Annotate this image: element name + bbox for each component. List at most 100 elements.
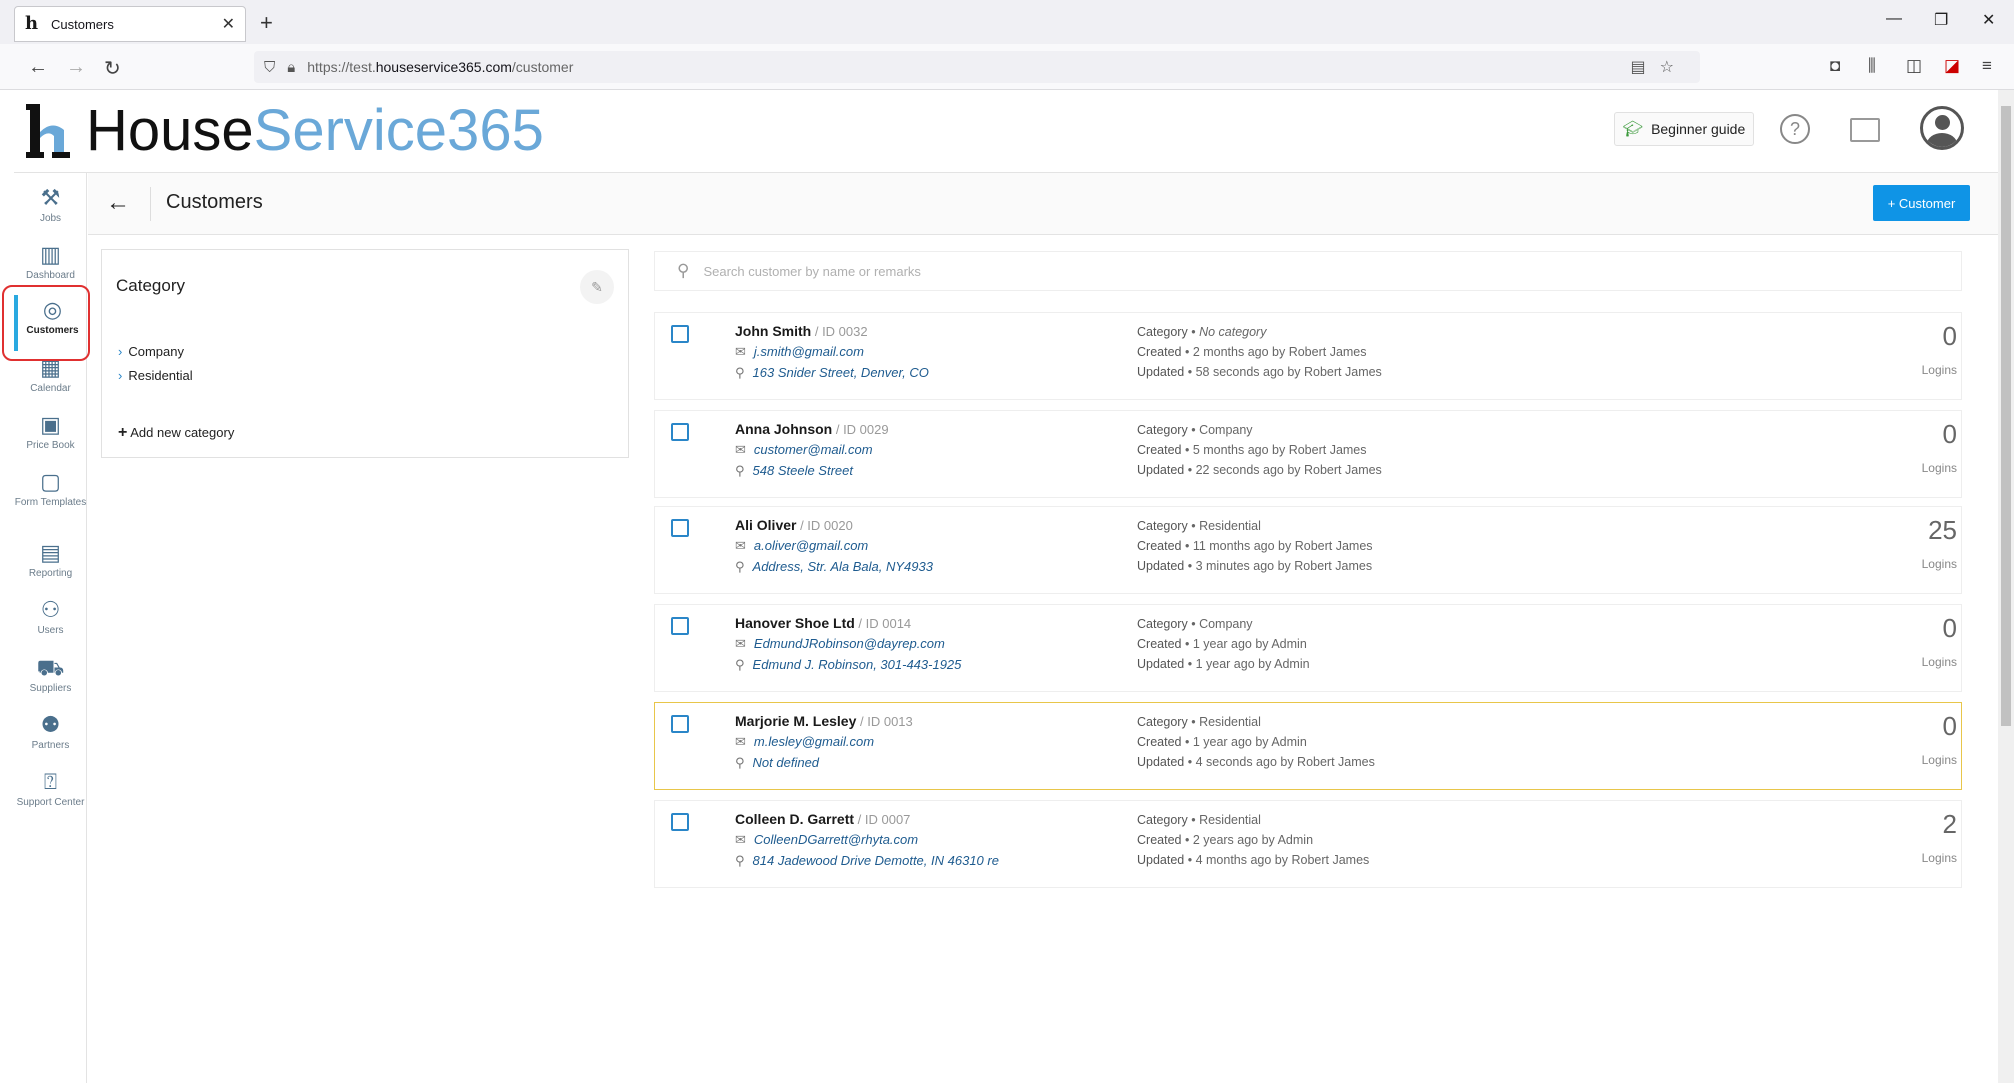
meta-dot: •	[1187, 715, 1200, 729]
meta-key: Created	[1137, 735, 1182, 749]
meta-value: Residential	[1199, 715, 1261, 729]
sidebar-toggle-icon[interactable]: ◫	[1906, 56, 1922, 76]
price-tag-icon: ▣	[40, 412, 61, 437]
sidebar-item-partners[interactable]: ⚉ Partners	[14, 710, 87, 766]
customer-email[interactable]: ✉ a.oliver@gmail.com	[735, 538, 868, 554]
logins-count: 0	[1942, 321, 1957, 351]
customer-name[interactable]: Colleen D. Garrett / ID 0007	[735, 811, 910, 827]
meta-dot: •	[1187, 423, 1200, 437]
row-checkbox[interactable]	[671, 423, 689, 441]
restore-icon[interactable]: ❐	[1934, 10, 1948, 30]
sidebar-item-support-center[interactable]: ⍰ Support Center	[14, 767, 87, 829]
logins-count: 25	[1928, 515, 1957, 545]
folder-icon[interactable]	[1850, 118, 1880, 142]
meta-dot: •	[1187, 519, 1200, 533]
customer-name-text: Anna Johnson	[735, 421, 833, 437]
back-icon[interactable]: ←	[28, 56, 48, 79]
logo[interactable]: HouseService365	[26, 100, 544, 162]
support-icon: ⍰	[43, 769, 58, 794]
customer-row[interactable]: Colleen D. Garrett / ID 0007 ✉ ColleenDGa…	[654, 800, 1962, 888]
sidebar-item-label: Reporting	[28, 568, 73, 579]
meta-value: No category	[1199, 325, 1267, 339]
customer-email[interactable]: ✉ m.lesley@gmail.com	[735, 734, 874, 750]
reload-icon[interactable]: ↻	[104, 56, 121, 81]
customer-row[interactable]: John Smith / ID 0032 ✉ j.smith@gmail.com …	[654, 312, 1962, 400]
location-pin-icon: ⚲	[735, 365, 745, 380]
reader-bookmark-icons[interactable]: ▤☆	[1631, 57, 1688, 77]
add-customer-button[interactable]: + Customer	[1873, 185, 1970, 221]
row-checkbox[interactable]	[671, 325, 689, 343]
logo-h-icon	[26, 102, 78, 160]
customer-row[interactable]: Hanover Shoe Ltd / ID 0014 ✉ EdmundJRobin…	[654, 604, 1962, 692]
logins-count: 2	[1942, 809, 1957, 839]
meta-value: 5 months ago by Robert James	[1192, 443, 1367, 457]
customer-email[interactable]: ✉ j.smith@gmail.com	[735, 344, 864, 360]
new-tab-icon[interactable]: +	[260, 10, 273, 36]
customer-row[interactable]: Anna Johnson / ID 0029 ✉ customer@mail.co…	[654, 410, 1962, 498]
avatar[interactable]	[1920, 106, 1964, 150]
location-pin-icon: ⚲	[735, 559, 745, 574]
logins-count: 0	[1942, 419, 1957, 449]
browser-tab[interactable]: h Customers ✕	[14, 6, 246, 42]
customer-updated: Updated • 3 minutes ago by Robert James	[1137, 559, 1372, 573]
search-input[interactable]	[703, 263, 1604, 279]
close-window-icon[interactable]: ✕	[1982, 10, 1995, 30]
customer-category: Category • Residential	[1137, 813, 1261, 827]
sidebar-item-users[interactable]: ⚇ Users	[14, 595, 87, 651]
logins-count: 0	[1942, 613, 1957, 643]
meta-key: Created	[1137, 539, 1182, 553]
row-checkbox[interactable]	[671, 715, 689, 733]
customer-email[interactable]: ✉ customer@mail.com	[735, 442, 873, 458]
customer-name[interactable]: Ali Oliver / ID 0020	[735, 517, 853, 533]
sidebar-item-price-book[interactable]: ▣ Price Book	[14, 410, 87, 466]
customer-name-text: Colleen D. Garrett	[735, 811, 855, 827]
scrollbar[interactable]	[1998, 90, 2014, 1083]
customer-email-text: m.lesley@gmail.com	[753, 734, 875, 749]
row-checkbox[interactable]	[671, 617, 689, 635]
tools-icon: ⚒	[40, 185, 61, 210]
plus-icon: +	[118, 424, 128, 441]
customer-email[interactable]: ✉ EdmundJRobinson@dayrep.com	[735, 636, 945, 652]
scrollbar-thumb[interactable]	[2001, 106, 2011, 726]
meta-value: 4 seconds ago by Robert James	[1195, 755, 1375, 769]
minimize-icon[interactable]: —	[1886, 10, 1902, 28]
form-icon: ▢	[40, 469, 61, 494]
extension-icon[interactable]: ◪	[1944, 56, 1960, 76]
sidebar-item-jobs[interactable]: ⚒ Jobs	[14, 183, 87, 239]
customer-row[interactable]: Ali Oliver / ID 0020 ✉ a.oliver@gmail.com…	[654, 506, 1962, 594]
customer-name[interactable]: Anna Johnson / ID 0029	[735, 421, 889, 437]
pocket-icon[interactable]: ◘	[1830, 56, 1840, 76]
sidebar-item-reporting[interactable]: ▤ Reporting	[14, 538, 87, 594]
page-header: ← Customers + Customer	[88, 173, 1998, 235]
sidebar-item-suppliers[interactable]: ⛟ Suppliers	[14, 653, 87, 709]
category-item-residential[interactable]: › Residential	[118, 368, 193, 383]
customer-name[interactable]: Hanover Shoe Ltd / ID 0014	[735, 615, 911, 631]
category-item-company[interactable]: › Company	[118, 344, 184, 359]
sidebar-item-label: Dashboard	[26, 270, 75, 281]
row-checkbox[interactable]	[671, 813, 689, 831]
forward-icon[interactable]: →	[66, 56, 86, 79]
sidebar-item-calendar[interactable]: ▦ Calendar	[14, 353, 87, 409]
add-category-button[interactable]: + Add new category	[118, 424, 234, 442]
library-icon[interactable]: ⫼	[1868, 56, 1876, 76]
customer-created: Created • 11 months ago by Robert James	[1137, 539, 1373, 553]
menu-icon[interactable]: ≡	[1982, 56, 1992, 76]
row-checkbox[interactable]	[671, 519, 689, 537]
meta-value: 1 year ago by Admin	[1192, 735, 1307, 749]
help-icon[interactable]: ?	[1780, 114, 1810, 144]
sidebar-item-form-templates[interactable]: ▢ Form Templates	[14, 467, 87, 529]
meta-key: Created	[1137, 833, 1182, 847]
url-bar[interactable]: ⛉ 🔒︎ https://test.houseservice365.com/cu…	[254, 51, 1700, 83]
back-arrow-icon[interactable]: ←	[106, 189, 130, 217]
beginner-guide-label: Beginner guide	[1651, 121, 1746, 137]
customer-email[interactable]: ✉ ColleenDGarrett@rhyta.com	[735, 832, 918, 848]
customer-row[interactable]: Marjorie M. Lesley / ID 0013 ✉ m.lesley@g…	[654, 702, 1962, 790]
close-tab-icon[interactable]: ✕	[222, 14, 235, 34]
logins-label: Logins	[1921, 655, 1957, 669]
customer-name[interactable]: John Smith / ID 0032	[735, 323, 868, 339]
shield-icon: ⛉	[264, 58, 276, 76]
meta-key: Updated	[1137, 463, 1185, 477]
edit-pencil-icon[interactable]: ✎	[580, 270, 614, 304]
customer-name[interactable]: Marjorie M. Lesley / ID 0013	[735, 713, 913, 729]
beginner-guide-button[interactable]: 🎓︎ Beginner guide	[1614, 112, 1754, 146]
